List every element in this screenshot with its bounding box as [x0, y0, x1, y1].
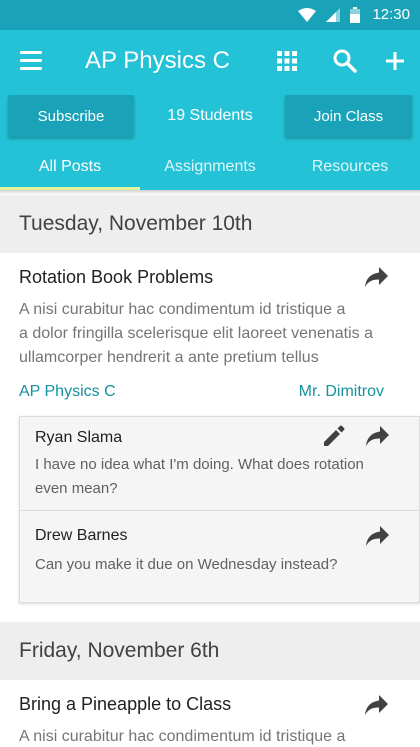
wifi-icon	[298, 7, 317, 22]
comment-text-line: Can you make it due on Wednesday instead…	[35, 556, 338, 573]
post-body-line: a dolor fringilla scelerisque elit laore…	[19, 325, 373, 342]
comment-text-line: I have no idea what I'm doing. What does…	[35, 456, 364, 473]
post-body: A nisi curabitur hac condimentum id tris…	[19, 298, 389, 370]
comments-card: Ryan Slama I have no idea what I'm doing…	[19, 416, 420, 603]
comment-item: Drew Barnes Can you make it due on Wedne…	[20, 510, 420, 603]
join-class-button[interactable]: Join Class	[285, 95, 412, 137]
post-title[interactable]: Bring a Pineapple to Class	[19, 692, 231, 716]
post-title[interactable]: Rotation Book Problems	[19, 265, 213, 289]
signal-icon	[326, 7, 341, 22]
menu-icon[interactable]	[20, 51, 46, 71]
comment-item: Ryan Slama I have no idea what I'm doing…	[20, 417, 420, 510]
post-body-line: A nisi curabitur hac condimentum id tris…	[19, 301, 346, 318]
status-bar: 12:30	[0, 0, 420, 30]
share-icon[interactable]	[365, 266, 389, 288]
share-icon[interactable]	[366, 525, 390, 547]
subscribe-button[interactable]: Subscribe	[8, 95, 134, 137]
comment-text: I have no idea what I'm doing. What does…	[35, 453, 375, 501]
students-count[interactable]: 19 Students	[140, 95, 280, 137]
tab-bar: All Posts Assignments Resources	[0, 143, 420, 190]
apps-grid-icon[interactable]	[276, 50, 298, 72]
tab-all-posts[interactable]: All Posts	[0, 143, 140, 190]
post-body-line: A nisi curabitur hac condimentum id tris…	[19, 728, 346, 745]
page-title: AP Physics C	[85, 47, 230, 74]
post-body: A nisi curabitur hac condimentum id tris…	[19, 725, 389, 747]
status-time: 12:30	[372, 6, 410, 23]
edit-icon[interactable]	[323, 425, 345, 447]
teacher-link[interactable]: Mr. Dimitrov	[299, 381, 384, 403]
comment-author[interactable]: Ryan Slama	[35, 427, 122, 449]
app-bar: AP Physics C Subscribe 19 Students Join …	[0, 30, 420, 190]
search-icon[interactable]	[332, 48, 358, 74]
tab-assignments[interactable]: Assignments	[140, 143, 280, 190]
add-icon[interactable]	[384, 48, 406, 74]
date-header: Friday, November 6th	[0, 622, 420, 680]
share-icon[interactable]	[366, 425, 390, 447]
comment-author[interactable]: Drew Barnes	[35, 525, 127, 547]
date-header: Tuesday, November 10th	[0, 195, 420, 253]
post-body-line: ullamcorper hendrerit a ante pretium tel…	[19, 349, 319, 366]
comment-text: Can you make it due on Wednesday instead…	[35, 553, 375, 577]
tab-resources[interactable]: Resources	[280, 143, 420, 190]
status-icons: 12:30	[298, 6, 410, 23]
comment-text-line: even mean?	[35, 480, 118, 497]
share-icon[interactable]	[365, 694, 389, 716]
battery-icon	[350, 6, 361, 23]
class-link[interactable]: AP Physics C	[19, 381, 116, 403]
